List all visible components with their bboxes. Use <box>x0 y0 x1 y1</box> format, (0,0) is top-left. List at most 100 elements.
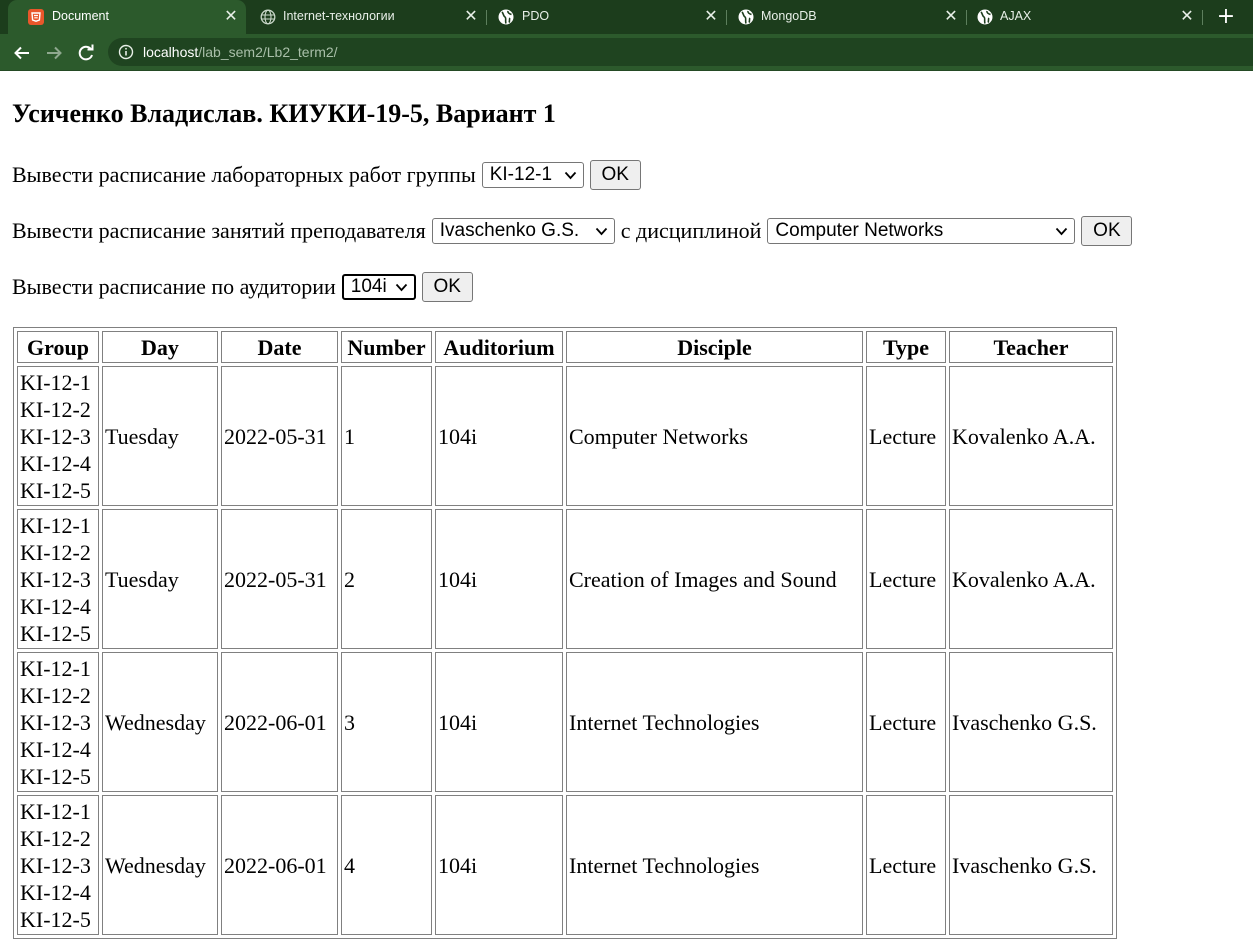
new-tab-button[interactable]: + <box>1212 4 1240 30</box>
table-row: KI-12-1 KI-12-2 KI-12-3 KI-12-4 KI-12-5 … <box>17 795 1113 935</box>
group-code: KI-12-5 <box>20 906 91 932</box>
url-path: /lab_sem2/Lb2_term2/ <box>198 44 338 60</box>
tab-document[interactable]: Document ✕ <box>8 0 246 34</box>
teacher-ok-button[interactable]: OK <box>1081 216 1133 246</box>
schedule-table: Group Day Date Number Auditorium Discipl… <box>13 327 1117 939</box>
group-code: KI-12-2 <box>20 825 91 851</box>
header-group: Group <box>17 331 99 363</box>
cell-day: Tuesday <box>102 366 218 506</box>
group-code: KI-12-4 <box>20 450 91 476</box>
cell-number: 4 <box>341 795 432 935</box>
chevron-down-icon <box>1056 227 1068 235</box>
group-code: KI-12-5 <box>20 477 91 503</box>
cell-disciple: Internet Technologies <box>566 652 863 792</box>
cell-day: Wednesday <box>102 652 218 792</box>
group-schedule-label: Вывести расписание лабораторных работ гр… <box>12 162 476 187</box>
cell-date: 2022-05-31 <box>221 509 338 649</box>
discipline-select[interactable]: Computer Networks <box>767 218 1076 244</box>
close-tab-icon[interactable]: ✕ <box>1178 7 1196 27</box>
cell-disciple: Internet Technologies <box>566 795 863 935</box>
discipline-select-value: Computer Networks <box>775 220 944 241</box>
tab-ajax[interactable]: AJAX ✕ <box>966 0 1202 34</box>
tab-title: PDO <box>522 9 550 23</box>
teacher-select[interactable]: Ivaschenko G.S. <box>431 218 615 244</box>
group-ok-button[interactable]: OK <box>589 160 641 190</box>
info-icon[interactable] <box>118 44 134 60</box>
header-type: Type <box>866 331 946 363</box>
cell-teacher: Ivaschenko G.S. <box>949 652 1113 792</box>
cell-type: Lecture <box>866 366 946 506</box>
tab-separator <box>1202 10 1203 25</box>
cell-date: 2022-06-01 <box>221 795 338 935</box>
teacher-select-value: Ivaschenko G.S. <box>439 220 580 241</box>
header-number: Number <box>341 331 432 363</box>
auditorium-select[interactable]: 104i <box>341 274 416 300</box>
header-day: Day <box>102 331 218 363</box>
teacher-schedule-form: Вывести расписание занятий преподавателя… <box>12 216 1133 246</box>
group-code: KI-12-4 <box>20 879 91 905</box>
cell-date: 2022-06-01 <box>221 652 338 792</box>
chevron-down-icon <box>595 227 607 235</box>
cell-auditorium: 104i <box>435 509 563 649</box>
globe-icon <box>738 9 754 25</box>
tab-strip: Document ✕ Internet-технологии ✕ PDO ✕ M… <box>0 0 1253 34</box>
group-schedule-form: Вывести расписание лабораторных работ гр… <box>12 160 641 190</box>
browser-toolbar: localhost/lab_sem2/Lb2_term2/ <box>0 34 1253 71</box>
globe-icon <box>498 9 514 25</box>
tab-mongodb[interactable]: MongoDB ✕ <box>726 0 966 34</box>
group-code: KI-12-4 <box>20 736 91 762</box>
tab-title: AJAX <box>1000 9 1032 23</box>
tab-title: MongoDB <box>761 9 817 23</box>
cell-groups: KI-12-1 KI-12-2 KI-12-3 KI-12-4 KI-12-5 <box>17 652 99 792</box>
cell-type: Lecture <box>866 509 946 649</box>
url-host: localhost <box>143 44 199 60</box>
teacher-schedule-label: Вывести расписание занятий преподавателя <box>12 218 426 243</box>
cell-groups: KI-12-1 KI-12-2 KI-12-3 KI-12-4 KI-12-5 <box>17 795 99 935</box>
close-tab-icon[interactable]: ✕ <box>462 7 480 27</box>
cell-auditorium: 104i <box>435 366 563 506</box>
group-select-value: KI-12-1 <box>489 164 553 185</box>
tab-internet-technologies[interactable]: Internet-технологии ✕ <box>246 0 486 34</box>
auditorium-schedule-label: Вывести расписание по аудитории <box>12 274 336 299</box>
group-code: KI-12-3 <box>20 852 91 878</box>
header-teacher: Teacher <box>949 331 1113 363</box>
cell-disciple: Creation of Images and Sound <box>566 509 863 649</box>
close-tab-icon[interactable]: ✕ <box>702 7 720 27</box>
page-title: Усиченко Владислав. КИУКИ-19-5, Вариант … <box>12 99 556 128</box>
globe-icon <box>260 9 276 25</box>
cell-date: 2022-05-31 <box>221 366 338 506</box>
tab-title: Internet-технологии <box>283 9 395 23</box>
url-text[interactable]: localhost/lab_sem2/Lb2_term2/ <box>143 44 338 60</box>
group-code: KI-12-1 <box>20 512 91 538</box>
group-code: KI-12-2 <box>20 396 91 422</box>
cell-type: Lecture <box>866 795 946 935</box>
close-tab-icon[interactable]: ✕ <box>222 7 240 27</box>
cell-day: Wednesday <box>102 795 218 935</box>
cell-teacher: Kovalenko A.A. <box>949 509 1113 649</box>
cell-groups: KI-12-1 KI-12-2 KI-12-3 KI-12-4 KI-12-5 <box>17 366 99 506</box>
group-code: KI-12-3 <box>20 566 91 592</box>
cell-auditorium: 104i <box>435 795 563 935</box>
chevron-down-icon <box>395 283 407 291</box>
auditorium-ok-button[interactable]: OK <box>421 272 473 302</box>
group-select[interactable]: KI-12-1 <box>481 162 584 188</box>
globe-icon <box>977 9 993 25</box>
group-code: KI-12-1 <box>20 798 91 824</box>
close-tab-icon[interactable]: ✕ <box>942 7 960 27</box>
table-row: KI-12-1 KI-12-2 KI-12-3 KI-12-4 KI-12-5 … <box>17 652 1113 792</box>
header-date: Date <box>221 331 338 363</box>
auditorium-select-value: 104i <box>350 276 387 297</box>
address-bar[interactable]: localhost/lab_sem2/Lb2_term2/ <box>108 38 1253 66</box>
cell-day: Tuesday <box>102 509 218 649</box>
group-code: KI-12-4 <box>20 593 91 619</box>
back-arrow-icon[interactable] <box>11 42 33 64</box>
forward-arrow-icon[interactable] <box>43 42 65 64</box>
tab-pdo[interactable]: PDO ✕ <box>486 0 726 34</box>
cell-groups: KI-12-1 KI-12-2 KI-12-3 KI-12-4 KI-12-5 <box>17 509 99 649</box>
cell-number: 3 <box>341 652 432 792</box>
group-code: KI-12-1 <box>20 655 91 681</box>
cell-disciple: Computer Networks <box>566 366 863 506</box>
reload-icon[interactable] <box>75 42 97 64</box>
group-code: KI-12-3 <box>20 423 91 449</box>
chevron-down-icon <box>564 171 576 179</box>
